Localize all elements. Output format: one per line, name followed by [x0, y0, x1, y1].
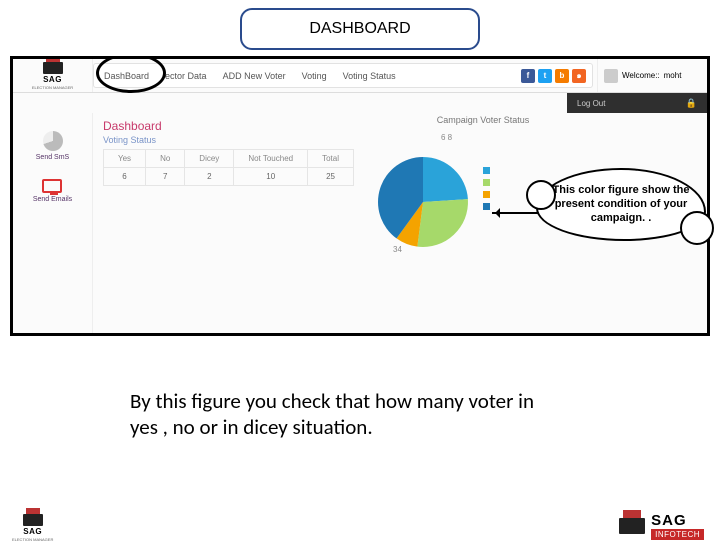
footer-brand: SAG INFOTECH — [619, 512, 704, 540]
ballot-box-icon — [619, 518, 645, 534]
brand-subtitle: ELECTION MANAGER — [32, 85, 73, 90]
page-title-box: DASHBOARD — [240, 8, 480, 50]
table-row: 6 7 2 10 25 — [104, 168, 354, 186]
lock-icon: 🔒 — [686, 98, 697, 109]
val-nottouched: 10 — [234, 168, 308, 186]
left-badge: SAG ELECTION MANAGER — [12, 514, 53, 542]
callout-arrow — [492, 212, 538, 214]
welcome-user: moht — [664, 71, 682, 80]
rss-icon[interactable]: ๑ — [572, 69, 586, 83]
footer-brand-name: SAG — [651, 512, 687, 529]
pie-slice — [417, 199, 468, 247]
legend-swatch — [483, 179, 490, 186]
welcome-box: Welcome:: moht — [597, 59, 707, 92]
logout-bar[interactable]: Log Out 🔒 — [567, 93, 707, 113]
pie-chart-icon — [43, 131, 63, 151]
facebook-icon[interactable]: f — [521, 69, 535, 83]
welcome-label: Welcome:: — [622, 71, 660, 80]
avatar-icon — [604, 69, 618, 83]
sidebar-item-send-sms[interactable]: Send SmS — [36, 131, 69, 161]
ballot-box-icon — [23, 514, 43, 526]
sub-bar: Log Out 🔒 — [13, 93, 707, 113]
pie-chart — [353, 127, 513, 267]
val-total: 25 — [308, 168, 354, 186]
social-icons: f t b ๑ — [521, 69, 586, 83]
table-header-row: Yes No Dicey Not Touched Total — [104, 150, 354, 168]
nav-voting-status[interactable]: Voting Status — [339, 69, 400, 83]
legend-swatch — [483, 203, 490, 210]
legend-swatch — [483, 167, 490, 174]
caption-text: By this figure you check that how many v… — [130, 388, 550, 441]
voting-stats-table: Yes No Dicey Not Touched Total 6 7 2 10 … — [103, 149, 354, 186]
twitter-icon[interactable]: t — [538, 69, 552, 83]
top-bar: SAG ELECTION MANAGER DashBoard ector Dat… — [13, 59, 707, 93]
callout-text: This color figure show the present condi… — [553, 184, 690, 224]
nav-voting[interactable]: Voting — [298, 69, 331, 83]
legend-swatch — [483, 191, 490, 198]
page-title: DASHBOARD — [309, 20, 410, 37]
col-total: Total — [308, 150, 354, 168]
brand-name-small: SAG — [23, 527, 42, 536]
pie-slice — [423, 157, 468, 202]
chart-title: Campaign Voter Status — [353, 115, 613, 125]
monitor-icon — [42, 179, 62, 193]
sidebar-item-label: Send SmS — [36, 154, 69, 161]
nav-dashboard[interactable]: DashBoard — [100, 69, 153, 83]
brand-logo: SAG ELECTION MANAGER — [13, 59, 93, 92]
nav-add-voter[interactable]: ADD New Voter — [219, 69, 290, 83]
pie-label-top: 6 8 — [441, 133, 452, 142]
col-dicey: Dicey — [185, 150, 234, 168]
val-no: 7 — [146, 168, 185, 186]
sidebar: Send SmS Send Emails — [13, 113, 93, 333]
main-nav: DashBoard ector Data ADD New Voter Votin… — [93, 63, 593, 88]
footer-brand-sub: INFOTECH — [651, 529, 704, 540]
blogger-icon[interactable]: b — [555, 69, 569, 83]
sidebar-item-label: Send Emails — [33, 196, 72, 203]
val-dicey: 2 — [185, 168, 234, 186]
nav-sector-data[interactable]: ector Data — [161, 69, 211, 83]
col-no: No — [146, 150, 185, 168]
sidebar-item-send-emails[interactable]: Send Emails — [33, 179, 72, 203]
pie-label-bottom: 34 — [393, 245, 402, 254]
brand-name: SAG — [43, 75, 62, 84]
ballot-box-icon — [43, 62, 63, 74]
col-nottouched: Not Touched — [234, 150, 308, 168]
val-yes: 6 — [104, 168, 146, 186]
logout-label: Log Out — [577, 99, 605, 108]
col-yes: Yes — [104, 150, 146, 168]
